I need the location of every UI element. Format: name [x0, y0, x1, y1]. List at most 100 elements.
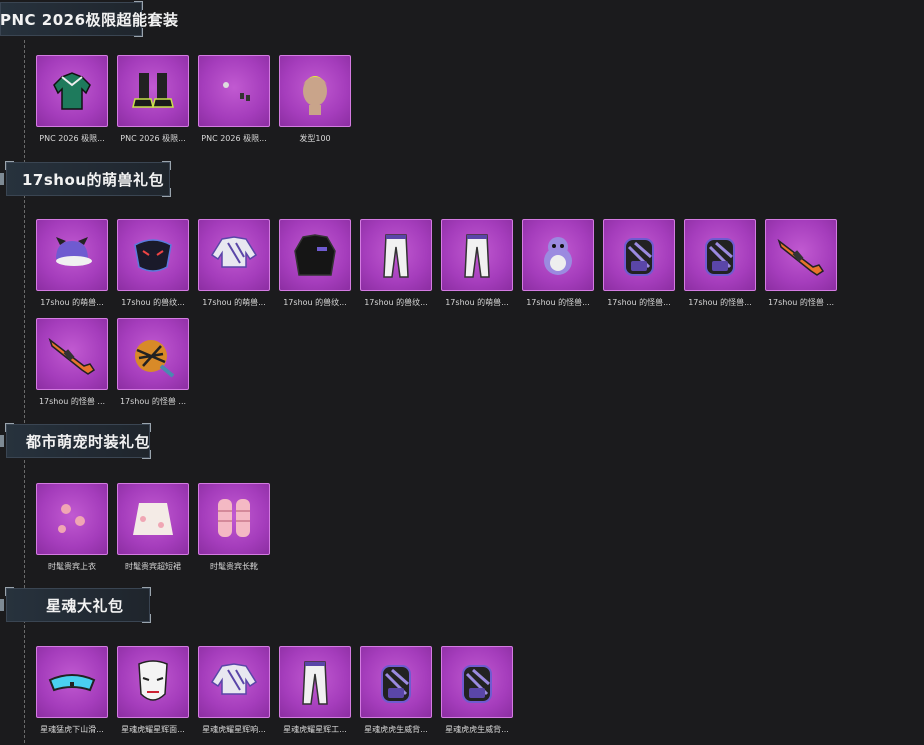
section-header-star: 星魂大礼包 [0, 587, 151, 623]
item-thumbnail[interactable] [360, 646, 432, 718]
item-label: 17shou 的兽纹... [283, 298, 347, 307]
item-thumbnail[interactable] [36, 646, 108, 718]
item-label: 时髦贵宾超短裙 [125, 562, 181, 571]
item-label: PNC 2026 极限... [39, 134, 105, 143]
item-label: PNC 2026 极限... [201, 134, 267, 143]
item-thumbnail[interactable] [198, 646, 270, 718]
item-thumbnail[interactable] [522, 219, 594, 291]
item-card[interactable]: 17shou 的萌兽... [198, 219, 270, 308]
pants-icon [383, 234, 409, 278]
creature-icon [544, 237, 572, 275]
item-thumbnail[interactable] [198, 483, 270, 555]
section-title: PNC 2026极限超能套装 [0, 10, 179, 29]
item-thumbnail[interactable] [279, 219, 351, 291]
crop-jacket-icon [210, 236, 258, 268]
item-card[interactable]: PNC 2026 极限... [117, 55, 189, 144]
section-title: 17shou的萌兽礼包 [22, 170, 164, 189]
item-card[interactable]: 17shou 的怪兽 ... [765, 219, 837, 308]
item-thumbnail[interactable] [117, 219, 189, 291]
item-card[interactable]: 17shou 的怪兽... [684, 219, 756, 308]
item-thumbnail[interactable] [117, 646, 189, 718]
item-grid-star: 星魂猛虎下山滑... 星魂虎耀星辉面... 星魂虎耀星辉响... 星魂虎耀星辉工...… [36, 646, 924, 745]
backpack-icon [705, 238, 735, 276]
section-title: 都市萌宠时装礼包 [26, 432, 151, 451]
item-thumbnail[interactable] [36, 219, 108, 291]
item-label: 发型100 [299, 134, 331, 143]
item-thumbnail[interactable] [603, 219, 675, 291]
rifle-icon [777, 238, 825, 276]
item-label: 17shou 的兽纹... [364, 298, 428, 307]
item-label: 17shou 的怪兽... [526, 298, 590, 307]
coat-icon [294, 234, 336, 276]
item-card[interactable]: 17shou 的怪兽... [603, 219, 675, 308]
item-thumbnail[interactable] [441, 646, 513, 718]
item-card[interactable]: 星魂虎耀星辉响... [198, 646, 270, 735]
item-grid-pet: 时髦贵宾上衣 时髦贵宾超短裙 时髦贵宾长靴 [36, 483, 924, 582]
item-thumbnail[interactable] [684, 219, 756, 291]
item-card[interactable]: 时髦贵宾上衣 [36, 483, 108, 572]
item-label: 时髦贵宾长靴 [210, 562, 258, 571]
item-card[interactable]: 17shou 的兽纹... [360, 219, 432, 308]
shoes-icon [132, 73, 174, 108]
item-label: 17shou 的兽纹... [121, 298, 185, 307]
item-thumbnail[interactable] [360, 219, 432, 291]
section-title: 星魂大礼包 [46, 596, 124, 615]
item-card[interactable]: PNC 2026 极限... [198, 55, 270, 144]
item-card[interactable]: 星魂虎耀星辉工... [279, 646, 351, 735]
item-thumbnail[interactable] [441, 219, 513, 291]
item-label: 星魂虎耀星辉面... [121, 725, 185, 734]
item-card[interactable]: 时髦贵宾长靴 [198, 483, 270, 572]
item-label: 17shou 的萌兽... [445, 298, 509, 307]
item-card[interactable]: 17shou 的兽纹... [279, 219, 351, 308]
tree-connector-line [24, 40, 25, 743]
item-thumbnail[interactable] [279, 55, 351, 127]
item-card[interactable]: 星魂猛虎下山滑... [36, 646, 108, 735]
crop-jacket-icon [210, 663, 258, 695]
item-grid-pnc: PNC 2026 极限... PNC 2026 极限... PNC 2026 极限.… [36, 55, 924, 154]
item-card[interactable]: 星魂虎耀星辉面... [117, 646, 189, 735]
earring-icon [223, 82, 250, 101]
backpack-icon [462, 665, 492, 703]
jacket-icon [53, 72, 91, 110]
section-header-pnc: PNC 2026极限超能套装 [0, 1, 178, 37]
item-card[interactable]: 星魂虎虎生威背... [360, 646, 432, 735]
item-grid-17shou: 17shou 的萌兽... 17shou 的兽纹... 17shou 的萌兽... 1… [36, 219, 924, 417]
item-thumbnail[interactable] [765, 219, 837, 291]
item-card[interactable]: 17shou 的怪兽 ... [117, 318, 189, 407]
mask-icon [134, 239, 172, 272]
item-thumbnail[interactable] [36, 55, 108, 127]
item-label: 17shou 的怪兽 ... [119, 397, 187, 406]
rifle-icon [48, 337, 96, 375]
face-mask-icon [138, 660, 168, 701]
item-thumbnail[interactable] [117, 483, 189, 555]
item-thumbnail[interactable] [36, 483, 108, 555]
item-card[interactable]: 17shou 的萌兽... [441, 219, 513, 308]
item-card[interactable]: 17shou 的兽纹... [117, 219, 189, 308]
item-card[interactable]: 17shou 的萌兽... [36, 219, 108, 308]
item-thumbnail[interactable] [198, 55, 270, 127]
item-label: 星魂虎耀星辉工... [283, 725, 347, 734]
cap-icon [56, 237, 92, 266]
item-card[interactable]: 星魂虎虎生威背... [441, 646, 513, 735]
item-card[interactable]: PNC 2026 极限... [36, 55, 108, 144]
item-label: PNC 2026 极限... [120, 134, 186, 143]
backpack-icon [624, 238, 654, 276]
item-thumbnail[interactable] [117, 318, 189, 390]
item-thumbnail[interactable] [117, 55, 189, 127]
item-thumbnail[interactable] [36, 318, 108, 390]
item-label: 星魂虎耀星辉响... [202, 725, 266, 734]
item-thumbnail[interactable] [279, 646, 351, 718]
item-card[interactable]: 17shou 的怪兽... [522, 219, 594, 308]
item-label: 17shou 的怪兽... [607, 298, 671, 307]
pan-icon [135, 340, 175, 378]
boots-icon [218, 499, 250, 537]
item-thumbnail[interactable] [198, 219, 270, 291]
item-card[interactable]: 17shou 的怪兽 ... [36, 318, 108, 407]
pants-icon [464, 234, 490, 278]
item-card[interactable]: 时髦贵宾超短裙 [117, 483, 189, 572]
item-label: 17shou 的萌兽... [202, 298, 266, 307]
skirt-icon [133, 503, 173, 535]
item-card[interactable]: 发型100 [279, 55, 351, 144]
item-label: 时髦贵宾上衣 [48, 562, 96, 571]
item-label: 星魂虎虎生威背... [364, 725, 428, 734]
